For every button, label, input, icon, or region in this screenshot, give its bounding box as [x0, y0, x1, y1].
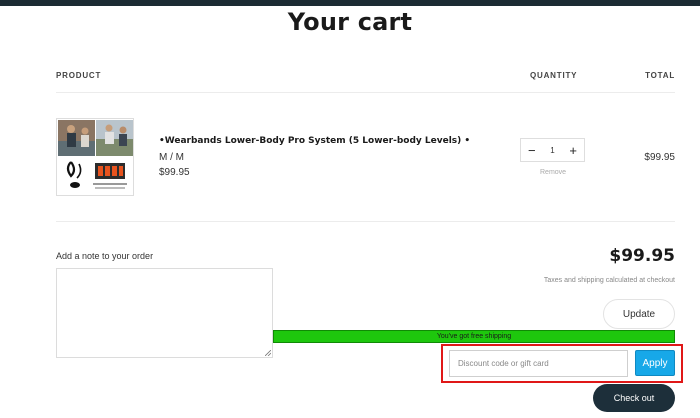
product-price: $99.95 — [159, 167, 190, 178]
line-total: $99.95 — [644, 152, 675, 163]
total-column-header: TOTAL — [645, 71, 675, 80]
product-variant: M / M — [159, 152, 184, 163]
discount-code-input[interactable]: Discount code or gift card — [449, 350, 628, 377]
quantity-value[interactable]: 1 — [550, 146, 554, 155]
page-title: Your cart — [287, 8, 413, 36]
free-shipping-bar: You've got free shipping — [273, 330, 675, 343]
apply-discount-button[interactable]: Apply — [635, 350, 675, 376]
tax-shipping-note: Taxes and shipping calculated at checkou… — [543, 277, 675, 284]
minus-icon[interactable]: − — [528, 144, 536, 157]
divider — [56, 92, 675, 93]
quantity-column-header: QUANTITY — [530, 71, 578, 80]
update-button[interactable]: Update — [603, 299, 675, 329]
quantity-stepper[interactable]: − 1 + — [520, 138, 585, 162]
product-thumbnail[interactable] — [56, 118, 134, 196]
cart-subtotal: $99.95 — [609, 246, 675, 266]
order-note-field[interactable] — [56, 268, 273, 358]
order-note-label: Add a note to your order — [56, 251, 154, 261]
divider — [56, 221, 675, 222]
resize-handle-icon[interactable] — [265, 350, 271, 356]
product-title[interactable]: •Wearbands Lower-Body Pro System (5 Lowe… — [159, 136, 470, 146]
top-bar — [0, 0, 700, 6]
product-column-header: PRODUCT — [56, 71, 102, 80]
plus-icon[interactable]: + — [569, 144, 577, 157]
checkout-button[interactable]: Check out — [593, 384, 675, 412]
remove-link[interactable]: Remove — [540, 169, 566, 176]
